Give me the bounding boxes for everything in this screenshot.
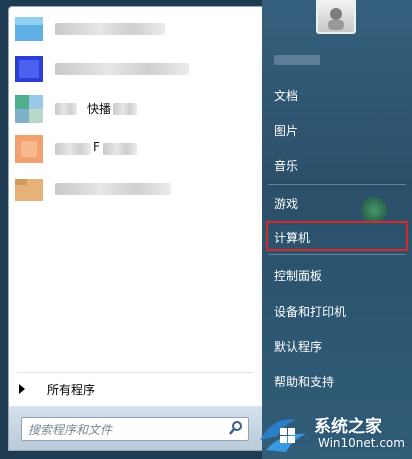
menu-item-help-support[interactable]: 帮助和支持 <box>266 365 408 397</box>
all-programs-label: 所有程序 <box>47 383 96 397</box>
blue-window-icon <box>15 56 43 82</box>
program-item[interactable] <box>9 169 262 209</box>
highlight-box <box>266 221 408 251</box>
program-name-blurred <box>55 143 91 155</box>
search-bar-area: 搜索程序和文件 <box>8 406 264 451</box>
arrow-right-icon <box>19 384 25 394</box>
program-item[interactable] <box>9 9 262 49</box>
colorful-app-icon <box>15 95 43 123</box>
program-label: 快播 <box>87 102 112 116</box>
user-picture-icon <box>328 8 344 30</box>
menu-item-label: 设备和打印机 <box>274 305 347 319</box>
folder-app-icon <box>15 179 43 201</box>
watermark-logo-icon <box>260 419 306 452</box>
menu-item-label: 默认程序 <box>274 340 323 354</box>
menu-item-music[interactable]: 音乐 <box>266 149 408 181</box>
menu-item-documents[interactable]: 文档 <box>266 79 408 111</box>
menu-item-pictures[interactable]: 图片 <box>266 114 408 146</box>
divider <box>268 184 406 185</box>
user-avatar[interactable] <box>316 0 356 34</box>
program-name-blurred <box>113 103 137 115</box>
decorative-glow <box>360 196 388 224</box>
orange-app-icon <box>15 135 43 163</box>
program-label: F <box>93 140 100 154</box>
watermark-url: Win10net.com <box>318 436 405 450</box>
blue-app-icon <box>15 17 43 41</box>
search-placeholder: 搜索程序和文件 <box>28 423 113 437</box>
menu-item-devices-printers[interactable]: 设备和打印机 <box>266 295 408 327</box>
menu-item-label: 控制面板 <box>274 269 323 283</box>
watermark: 系统之家 Win10net.com <box>256 408 412 459</box>
menu-item-label: 帮助和支持 <box>274 375 335 389</box>
watermark-title: 系统之家 <box>314 417 382 437</box>
menu-item-label: 图片 <box>274 124 299 138</box>
search-icon[interactable] <box>228 420 244 436</box>
right-panel: 文档 图片 音乐 游戏 计算机 控制面板 设备和打印机 默认程序 帮助和支持 <box>262 0 412 459</box>
menu-item-default-programs[interactable]: 默认程序 <box>266 330 408 362</box>
menu-item-label: 游戏 <box>274 197 299 211</box>
menu-item-label: 文档 <box>274 89 299 103</box>
program-name-blurred <box>55 183 171 195</box>
program-item[interactable]: 快播 <box>9 89 262 129</box>
menu-item-label: 音乐 <box>274 159 299 173</box>
program-name-blurred <box>55 23 165 35</box>
username-blurred[interactable] <box>274 55 320 65</box>
program-item[interactable] <box>9 49 262 89</box>
divider <box>268 254 406 255</box>
program-name-blurred <box>55 63 189 75</box>
program-name-blurred <box>103 143 137 155</box>
program-item[interactable]: F <box>9 129 262 169</box>
program-list-panel: 快播 F 所有程序 <box>8 6 263 408</box>
search-input[interactable]: 搜索程序和文件 <box>21 417 249 441</box>
divider <box>17 372 253 373</box>
menu-item-control-panel[interactable]: 控制面板 <box>266 259 408 291</box>
all-programs-button[interactable]: 所有程序 <box>9 376 262 402</box>
program-name-blurred <box>55 103 77 115</box>
